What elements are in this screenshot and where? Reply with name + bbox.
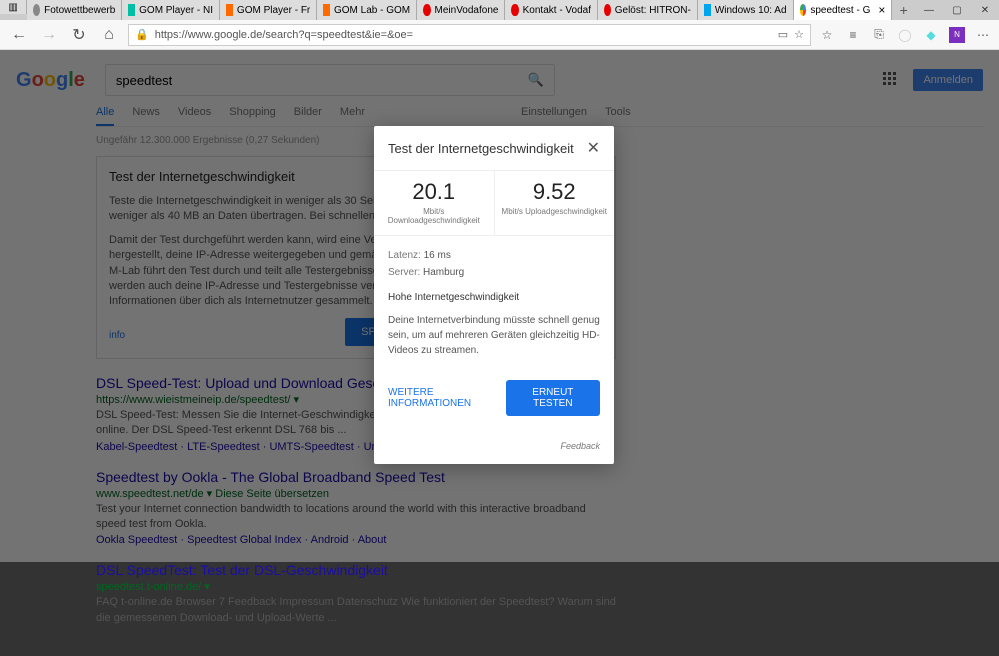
more-icon[interactable]: ⋯ xyxy=(975,27,991,43)
tab-1[interactable]: GOM Player - NI xyxy=(122,0,220,20)
server-value: Hamburg xyxy=(423,267,464,278)
download-speed: 20.1 Mbit/s Downloadgeschwindigkeit xyxy=(374,171,495,235)
modal-body: Latenz: 16 ms Server: Hamburg Hohe Inter… xyxy=(374,236,614,370)
favicon xyxy=(323,4,330,16)
upload-value: 9.52 xyxy=(499,179,611,205)
tab-7[interactable]: Windows 10: Ad xyxy=(698,0,794,20)
home-button[interactable]: ⌂ xyxy=(98,24,120,46)
speed-test-modal: Test der Internetgeschwindigkeit ✕ 20.1 … xyxy=(374,126,614,464)
latency-label: Latenz: xyxy=(388,250,421,261)
retest-button[interactable]: ERNEUT TESTEN xyxy=(506,380,600,416)
maximize-button[interactable]: ▢ xyxy=(943,0,971,20)
reading-list-icon[interactable]: ≡ xyxy=(845,27,861,43)
feedback-link[interactable]: Feedback xyxy=(560,441,600,451)
favicon xyxy=(511,4,518,16)
favicon xyxy=(226,4,233,16)
download-label: Mbit/s Downloadgeschwindigkeit xyxy=(378,207,490,225)
speed-description: Deine Internetverbindung müsste schnell … xyxy=(388,313,600,358)
tab-6[interactable]: Gelöst: HITRON- xyxy=(598,0,698,20)
tab-0[interactable]: Fotowettbewerb xyxy=(27,0,122,20)
modal-title: Test der Internetgeschwindigkeit xyxy=(388,141,574,156)
refresh-button[interactable]: ↻ xyxy=(68,24,90,46)
url-input[interactable]: 🔒 https://www.google.de/search?q=speedte… xyxy=(128,24,811,46)
minimize-button[interactable]: — xyxy=(915,0,943,20)
result-url: speedtest.t-online.de/ ▾ xyxy=(96,580,616,593)
lock-icon: 🔒 xyxy=(135,28,149,41)
server-label: Server: xyxy=(388,267,420,278)
favicon xyxy=(704,4,711,16)
upload-label: Mbit/s Uploadgeschwindigkeit xyxy=(499,207,611,216)
speed-rating: Hohe Internetgeschwindigkeit xyxy=(388,290,600,305)
hub-icon[interactable]: ▥ xyxy=(0,0,27,14)
modal-footer: Feedback xyxy=(374,430,614,464)
favicon xyxy=(33,4,40,16)
download-value: 20.1 xyxy=(378,179,490,205)
search-result: DSL SpeedTest: Test der DSL-Geschwindigk… xyxy=(96,562,616,626)
hub-icon[interactable]: ⎘ xyxy=(871,27,887,43)
upload-speed: 9.52 Mbit/s Uploadgeschwindigkeit xyxy=(495,171,615,235)
favorites-icon[interactable]: ☆ xyxy=(819,27,835,43)
address-bar: ← → ↻ ⌂ 🔒 https://www.google.de/search?q… xyxy=(0,20,999,50)
favicon xyxy=(604,4,611,16)
tab-8-active[interactable]: speedtest - G× xyxy=(794,0,893,20)
speed-readings: 20.1 Mbit/s Downloadgeschwindigkeit 9.52… xyxy=(374,170,614,236)
tab-3[interactable]: GOM Lab - GOM xyxy=(317,0,417,20)
browser-tabs: ▥ Fotowettbewerb GOM Player - NI GOM Pla… xyxy=(0,0,999,20)
favicon xyxy=(128,4,135,16)
modal-header: Test der Internetgeschwindigkeit ✕ xyxy=(374,126,614,170)
tab-4[interactable]: MeinVodafone xyxy=(417,0,505,20)
forward-button[interactable]: → xyxy=(38,24,60,46)
more-info-button[interactable]: WEITERE INFORMATIONEN xyxy=(388,387,506,409)
tab-5[interactable]: Kontakt - Vodaf xyxy=(505,0,598,20)
latency-value: 16 ms xyxy=(424,250,451,261)
onenote-icon[interactable]: N xyxy=(949,27,965,43)
back-button[interactable]: ← xyxy=(8,24,30,46)
favicon xyxy=(423,4,430,16)
favicon xyxy=(800,4,807,16)
tab-2[interactable]: GOM Player - Fr xyxy=(220,0,317,20)
reading-view-icon[interactable]: ▭ xyxy=(778,28,788,41)
ext1-icon[interactable]: ◯ xyxy=(897,27,913,43)
new-tab-button[interactable]: + xyxy=(892,0,915,20)
modal-actions: WEITERE INFORMATIONEN ERNEUT TESTEN xyxy=(374,370,614,430)
close-window-button[interactable]: ✕ xyxy=(971,0,999,20)
url-text: https://www.google.de/search?q=speedtest… xyxy=(155,29,772,41)
window-controls: — ▢ ✕ xyxy=(915,0,999,20)
result-snippet: FAQ t-online.de Browser 7 Feedback Impre… xyxy=(96,595,616,626)
ext2-icon[interactable]: ◆ xyxy=(923,27,939,43)
result-title[interactable]: DSL SpeedTest: Test der DSL-Geschwindigk… xyxy=(96,562,616,578)
close-icon[interactable]: × xyxy=(878,3,885,17)
favorite-icon[interactable]: ☆ xyxy=(794,28,804,41)
close-icon[interactable]: ✕ xyxy=(587,138,600,158)
